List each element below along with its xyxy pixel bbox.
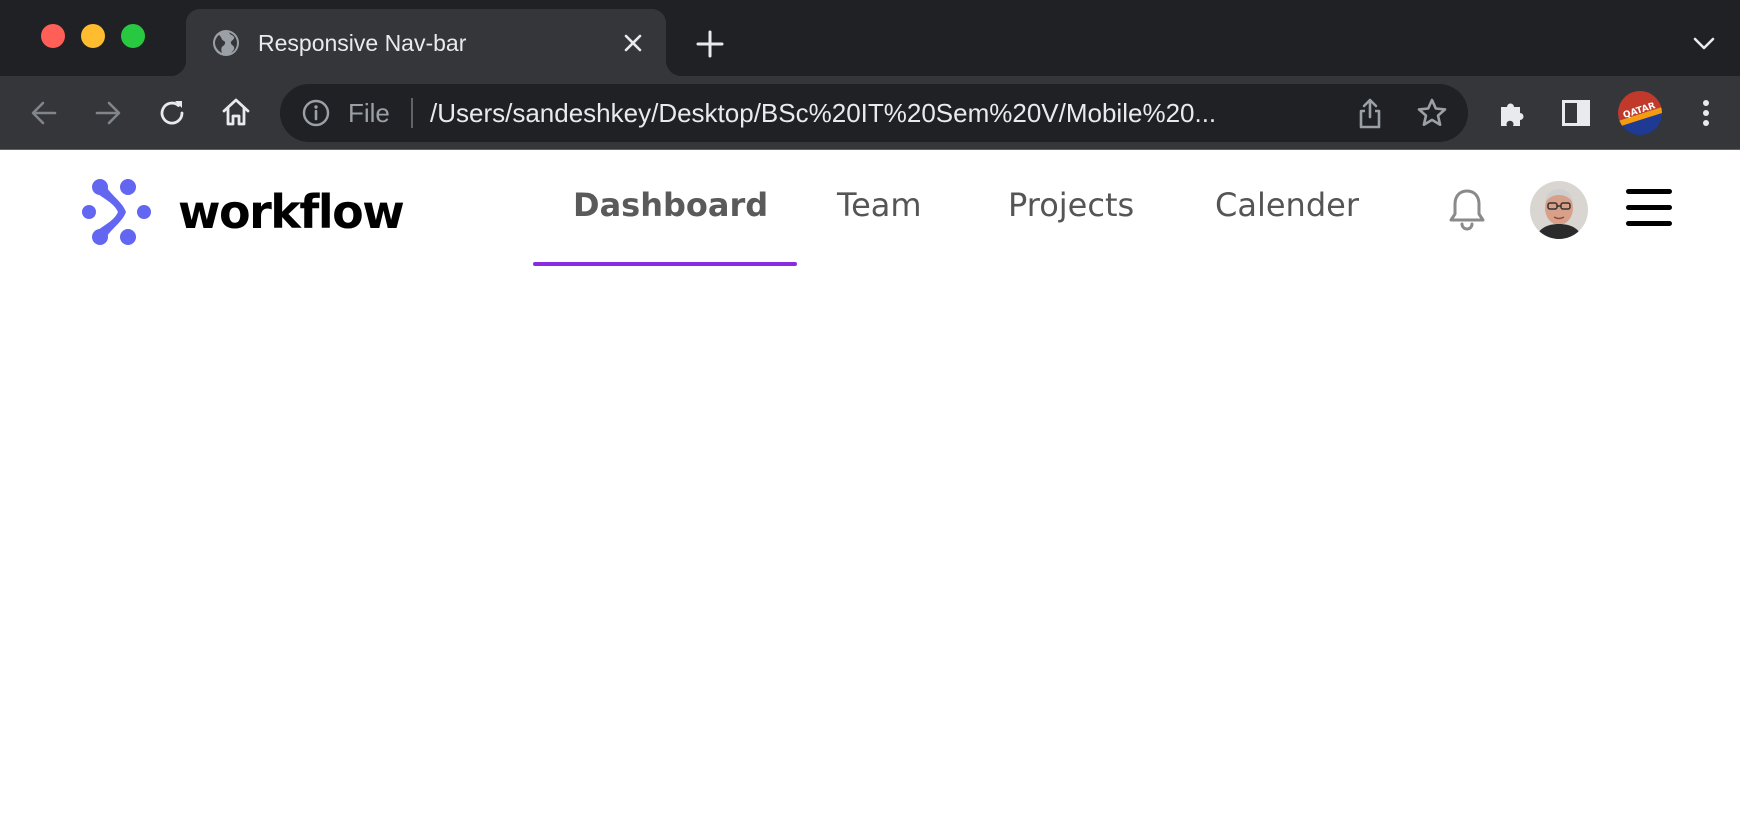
close-icon[interactable] <box>623 33 643 53</box>
bell-icon[interactable] <box>1447 187 1487 231</box>
nav-link-dashboard[interactable]: Dashboard <box>573 185 768 225</box>
hamburger-bar <box>1626 221 1672 226</box>
nav-link-calender[interactable]: Calender <box>1215 185 1359 225</box>
brand-name: workflow <box>178 185 405 239</box>
more-vertical-icon[interactable] <box>1690 97 1722 129</box>
hamburger-bar <box>1626 189 1672 194</box>
workflow-logo-icon <box>82 179 151 245</box>
side-panel-icon[interactable] <box>1560 97 1592 129</box>
browser-tab-active[interactable]: Responsive Nav-bar <box>170 9 682 76</box>
scheme-label: File <box>348 98 390 128</box>
hamburger-menu-icon[interactable] <box>1626 189 1672 227</box>
share-icon[interactable] <box>1354 96 1386 130</box>
page-content: workflow Dashboard Team Projects Calende… <box>0 151 1740 825</box>
forward-arrow-icon[interactable] <box>92 97 124 129</box>
window-zoom-button[interactable] <box>121 24 145 48</box>
active-nav-underline <box>533 262 797 266</box>
browser-toolbar: File /Users/sandeshkey/Desktop/BSc%20IT%… <box>0 76 1740 150</box>
globe-icon <box>213 30 239 56</box>
nav-link-projects[interactable]: Projects <box>1008 185 1134 225</box>
home-icon[interactable] <box>220 96 252 128</box>
browser-tabstrip: Responsive Nav-bar <box>0 0 1740 76</box>
new-tab-plus-icon[interactable] <box>694 28 726 60</box>
brand[interactable]: workflow <box>80 177 405 247</box>
address-bar[interactable]: File /Users/sandeshkey/Desktop/BSc%20IT%… <box>280 84 1468 142</box>
window-minimize-button[interactable] <box>81 24 105 48</box>
tab-title: Responsive Nav-bar <box>258 30 467 56</box>
bookmark-star-icon[interactable] <box>1416 97 1448 129</box>
chevron-down-icon[interactable] <box>1692 33 1716 53</box>
browser-profile-avatar[interactable]: QATAR <box>1618 91 1662 135</box>
nav-link-team[interactable]: Team <box>837 185 922 225</box>
info-icon[interactable] <box>302 99 330 127</box>
extensions-puzzle-icon[interactable] <box>1496 97 1528 129</box>
back-arrow-icon[interactable] <box>28 97 60 129</box>
hamburger-bar <box>1626 205 1672 210</box>
address-divider <box>411 98 413 128</box>
address-url[interactable]: /Users/sandeshkey/Desktop/BSc%20IT%20Sem… <box>430 98 1310 128</box>
reload-icon[interactable] <box>156 97 188 129</box>
window-close-button[interactable] <box>41 24 65 48</box>
user-avatar[interactable] <box>1530 181 1588 239</box>
